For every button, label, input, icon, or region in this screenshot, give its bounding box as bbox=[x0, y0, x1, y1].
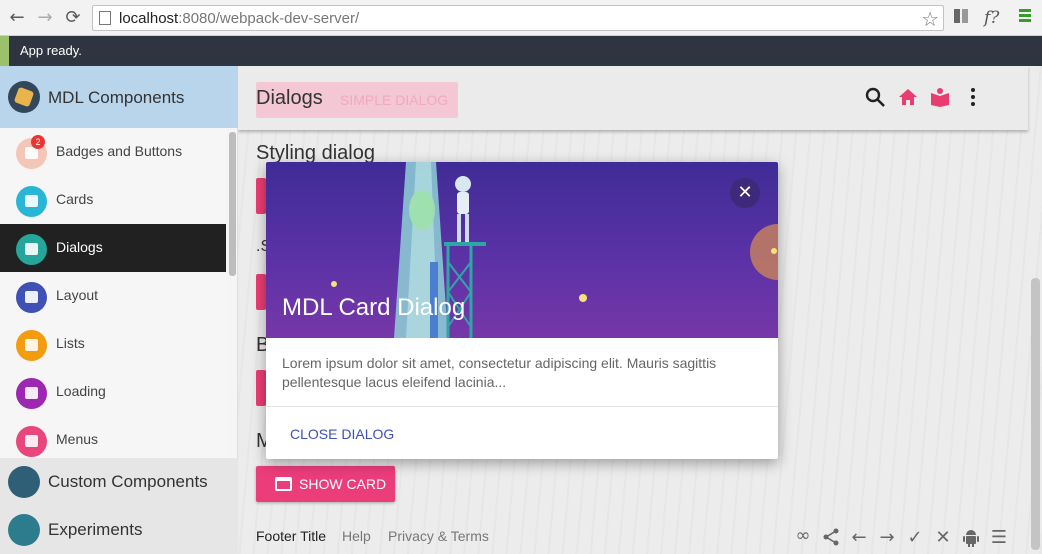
link-icon[interactable]: ∞ bbox=[792, 526, 814, 546]
sidebar-item-badges-buttons[interactable]: 2 Badges and Buttons bbox=[0, 128, 226, 176]
menu-icon[interactable]: ☰ bbox=[988, 528, 1010, 548]
book-icon[interactable] bbox=[929, 86, 951, 108]
app-header: SIMPLE DIALOG Dialogs bbox=[238, 66, 1028, 130]
sidebar-item-cards[interactable]: Cards bbox=[0, 176, 226, 224]
forward-icon[interactable]: → bbox=[34, 7, 56, 29]
drawer-header[interactable]: MDL Components bbox=[0, 66, 238, 128]
show-card-button[interactable]: SHOW CARD bbox=[256, 466, 395, 502]
reader-mode-icon[interactable] bbox=[953, 7, 969, 29]
notification-badge: 2 bbox=[31, 135, 45, 149]
app-logo-icon bbox=[8, 81, 40, 113]
browser-toolbar: ← → ⟳ localhost:8080/webpack-dev-server/… bbox=[0, 0, 1042, 36]
layout-icon bbox=[16, 282, 47, 313]
page-title: Dialogs bbox=[256, 87, 323, 109]
check-icon[interactable]: ✓ bbox=[904, 528, 926, 548]
arrow-forward-icon[interactable]: → bbox=[876, 528, 898, 548]
footer-link-privacy[interactable]: Privacy & Terms bbox=[388, 528, 489, 544]
drawer-submenu: 2 Badges and Buttons Cards Dialogs Layou… bbox=[0, 128, 226, 458]
sidebar-item-label: Layout bbox=[56, 287, 99, 303]
close-icon[interactable]: ✕ bbox=[730, 178, 760, 208]
page-icon bbox=[99, 11, 111, 25]
sidebar-item-lists[interactable]: Lists bbox=[0, 320, 226, 368]
android-icon[interactable] bbox=[960, 528, 982, 548]
sidebar-item-dialogs[interactable]: Dialogs bbox=[0, 224, 226, 272]
drawer-title: MDL Components bbox=[48, 88, 185, 107]
sidebar-item-label: Experiments bbox=[48, 520, 143, 539]
styling-dialog-button[interactable] bbox=[256, 178, 266, 214]
sidebar-item-label: Badges and Buttons bbox=[56, 143, 183, 159]
main-scrollbar[interactable] bbox=[1031, 278, 1040, 550]
app-shell: SIMPLE DIALOG Dialogs Styling dialog .S … bbox=[0, 66, 1042, 554]
url-text[interactable]: localhost:8080/webpack-dev-server/ bbox=[119, 10, 359, 27]
list-icon bbox=[16, 330, 47, 361]
search-icon[interactable] bbox=[864, 86, 886, 108]
flask-icon bbox=[8, 514, 40, 546]
section-s-button[interactable] bbox=[256, 274, 266, 310]
dialog-icon bbox=[16, 234, 47, 265]
notification-accent bbox=[0, 36, 9, 66]
sidebar-item-label: Lists bbox=[56, 335, 85, 351]
home-icon[interactable] bbox=[897, 86, 919, 108]
card-icon bbox=[275, 477, 292, 491]
sidebar-item-custom-components[interactable]: Custom Components bbox=[0, 458, 238, 506]
more-vert-icon[interactable] bbox=[962, 86, 984, 108]
dialog-body-text: Lorem ipsum dolor sit amet, consectetur … bbox=[282, 355, 717, 390]
sidebar-item-label: Cards bbox=[56, 191, 94, 207]
drawer-scrollbar[interactable] bbox=[229, 132, 236, 276]
notification-bar: App ready. bbox=[0, 36, 1042, 66]
dialog-divider bbox=[266, 406, 778, 407]
sidebar-item-layout[interactable]: Layout bbox=[0, 272, 226, 320]
sidebar-item-label: Custom Components bbox=[48, 472, 208, 491]
footer-link-help[interactable]: Help bbox=[342, 528, 371, 544]
notification-text: App ready. bbox=[20, 43, 82, 58]
card-dialog: MDL Card Dialog ✕ Lorem ipsum dolor sit … bbox=[266, 162, 778, 459]
clear-icon[interactable]: ✕ bbox=[932, 528, 954, 548]
chrome-menu-icon[interactable] bbox=[1018, 7, 1032, 29]
bookmark-star-icon[interactable]: ☆ bbox=[921, 7, 939, 31]
navigation-drawer: MDL Components 2 Badges and Buttons Card… bbox=[0, 66, 238, 554]
share-icon[interactable] bbox=[820, 528, 842, 548]
arrow-back-icon[interactable]: ← bbox=[848, 528, 870, 548]
spinner-icon bbox=[16, 378, 47, 409]
sidebar-item-label: Loading bbox=[56, 383, 106, 399]
sidebar-item-experiments[interactable]: Experiments bbox=[0, 506, 238, 554]
sidebar-item-label: Dialogs bbox=[56, 239, 103, 255]
footer-title: Footer Title bbox=[256, 528, 327, 544]
dialog-media: MDL Card Dialog ✕ bbox=[266, 162, 778, 338]
menu-icon bbox=[16, 426, 47, 457]
sidebar-item-loading[interactable]: Loading bbox=[0, 368, 226, 416]
card-icon bbox=[16, 186, 47, 217]
address-bar[interactable]: localhost:8080/webpack-dev-server/ ☆ bbox=[92, 5, 944, 31]
font-extension-icon[interactable]: f? bbox=[984, 7, 999, 29]
dialog-title: MDL Card Dialog bbox=[282, 294, 466, 321]
close-dialog-button[interactable]: CLOSE DIALOG bbox=[290, 426, 394, 442]
show-card-label: SHOW CARD bbox=[299, 476, 387, 492]
puzzle-icon bbox=[8, 466, 40, 498]
sidebar-item-label: Menus bbox=[56, 431, 99, 447]
reload-icon[interactable]: ⟳ bbox=[62, 7, 84, 29]
section-b-button[interactable] bbox=[256, 370, 266, 406]
sidebar-item-menus[interactable]: Menus bbox=[0, 416, 226, 458]
back-icon[interactable]: ← bbox=[6, 7, 28, 29]
